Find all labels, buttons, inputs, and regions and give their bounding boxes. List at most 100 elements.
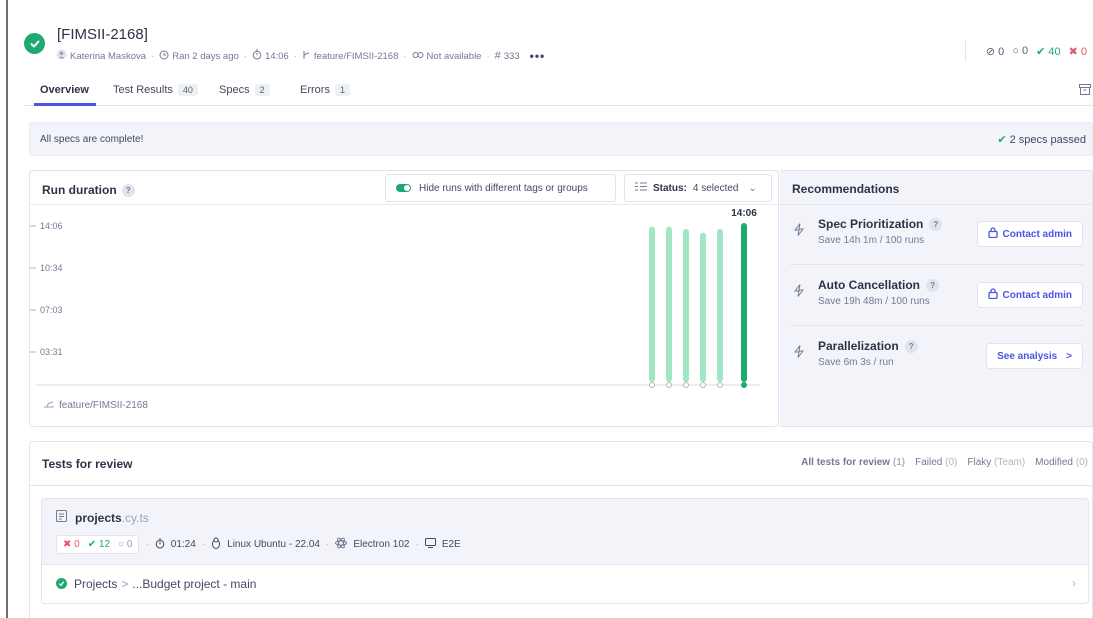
run-duration: 14:06 <box>264 50 289 62</box>
spec-os: Linux Ubuntu - 22.04 <box>227 539 320 550</box>
archive-icon[interactable] <box>1079 84 1091 98</box>
tab-test-results[interactable]: Test Results 40 <box>113 84 198 96</box>
run-tabs: Overview Test Results 40 Specs 2 Errors 1 <box>24 78 1093 106</box>
commit-icon <box>412 51 424 62</box>
check-icon: ✔ <box>997 134 1007 146</box>
more-options-button[interactable]: ••• <box>530 49 546 63</box>
help-icon[interactable]: ? <box>121 183 135 197</box>
divider <box>790 325 1083 326</box>
run-point[interactable] <box>717 382 723 388</box>
electron-icon <box>335 537 348 552</box>
recommendations-panel: Recommendations Spec Prioritization? Sav… <box>780 170 1093 427</box>
filter-flaky[interactable]: Flaky (Team) <box>967 457 1025 468</box>
recommendation-savings: Save 6m 3s / run <box>818 357 894 368</box>
active-tab-indicator <box>34 103 96 106</box>
spec-group: projects.cy.ts ✖ 0 ✔ 12 ○ 0 · 01:24 · Li… <box>41 498 1089 604</box>
duration-bar[interactable] <box>741 223 747 382</box>
filter-failed[interactable]: Failed (0) <box>915 457 957 468</box>
help-icon[interactable]: ? <box>929 217 943 231</box>
lock-icon <box>987 288 998 302</box>
divider <box>30 485 1092 486</box>
highlight-duration-label: 14:06 <box>731 208 757 219</box>
run-point[interactable] <box>683 382 689 388</box>
run-point[interactable] <box>649 382 655 388</box>
tab-errors[interactable]: Errors 1 <box>300 84 350 96</box>
run-duration-chart: 14:06 10:34 07:03 03:31 14:06 <box>30 208 760 388</box>
clock-icon <box>159 50 169 63</box>
recommendation-parallelization: Parallelization? Save 6m 3s / run See an… <box>790 327 1093 387</box>
test-path: Projects > ...Budget project - main <box>74 577 257 591</box>
recommendation-title: Parallelization <box>818 339 899 353</box>
chevron-right-icon: › <box>1072 576 1076 590</box>
run-counts: ⊘ 0 ○ 0 ✔ 40 ✖ 0 <box>964 40 1087 62</box>
completion-banner: All specs are complete! ✔ 2 specs passed <box>29 122 1093 156</box>
pending-count: ○ 0 <box>1012 45 1029 57</box>
duration-bar[interactable] <box>700 232 706 382</box>
recommendation-title: Auto Cancellation <box>818 278 921 292</box>
chevron-down-icon: ⌄ <box>748 182 757 194</box>
hide-runs-toggle[interactable]: Hide runs with different tags or groups <box>385 174 616 202</box>
status-filter-dropdown[interactable]: Status: 4 selected ⌄ <box>624 174 772 202</box>
run-author[interactable]: Katerina Maskova <box>70 51 146 62</box>
linux-icon <box>211 537 221 552</box>
spec-header[interactable]: projects.cy.ts ✖ 0 ✔ 12 ○ 0 · 01:24 · Li… <box>42 499 1088 565</box>
duration-bar[interactable] <box>666 226 672 382</box>
toggle-switch[interactable] <box>396 184 411 192</box>
recommendation-title: Spec Prioritization <box>818 217 924 231</box>
divider <box>790 264 1083 265</box>
window-edge <box>6 0 8 618</box>
help-icon[interactable]: ? <box>926 278 940 292</box>
y-tick-label: 10:34 <box>40 263 63 273</box>
monitor-icon <box>424 538 436 551</box>
skipped-icon: ⊘ <box>985 45 996 58</box>
hash-icon: # <box>494 50 501 62</box>
spec-meta: ✖ 0 ✔ 12 ○ 0 · 01:24 · Linux Ubuntu - 22… <box>56 535 461 554</box>
spec-name: projects.cy.ts <box>56 510 149 525</box>
passed-count: ✔ 40 <box>1036 45 1061 58</box>
run-point[interactable] <box>700 382 706 388</box>
run-branch[interactable]: feature/FIMSII-2168 <box>314 51 398 62</box>
y-tick-label: 14:06 <box>40 221 63 231</box>
spec-duration: 01:24 <box>170 539 196 550</box>
tab-badge: 1 <box>334 84 350 96</box>
run-time-ago: Ran 2 days ago <box>172 50 239 62</box>
run-point[interactable] <box>666 382 672 388</box>
bolt-icon <box>793 284 805 300</box>
contact-admin-button[interactable]: Contact admin <box>976 221 1083 247</box>
branch-icon <box>302 50 311 63</box>
stopwatch-icon <box>155 538 165 552</box>
failed-count: ✖ 0 <box>63 539 80 550</box>
filter-all-tests[interactable]: All tests for review (1) <box>801 457 905 468</box>
run-duration-title: Run duration ? <box>42 183 135 197</box>
run-meta: Katerina Maskova · Ran 2 days ago · 14:0… <box>56 49 545 63</box>
skipped-count: ⊘ 0 <box>985 45 1005 58</box>
spec-browser: Electron 102 <box>353 539 410 550</box>
y-tick-label: 03:31 <box>40 347 63 357</box>
recommendation-savings: Save 14h 1m / 100 runs <box>818 235 925 246</box>
passed-status-icon <box>56 578 67 589</box>
recommendation-savings: Save 19h 48m / 100 runs <box>818 296 930 307</box>
passed-count: ✔ 12 <box>87 539 111 550</box>
spec-result-counts: ✖ 0 ✔ 12 ○ 0 <box>56 535 140 554</box>
tab-specs[interactable]: Specs 2 <box>219 84 270 96</box>
x-icon: ✖ <box>1068 45 1078 58</box>
tab-overview[interactable]: Overview <box>40 84 89 96</box>
filter-list-icon <box>635 182 647 194</box>
avatar-icon <box>56 49 67 63</box>
x-icon: ✖ <box>63 539 72 550</box>
duration-bar[interactable] <box>683 228 689 382</box>
spec-testing-type: E2E <box>441 539 461 550</box>
test-row[interactable]: Projects > ...Budget project - main › <box>42 566 1088 603</box>
filter-modified[interactable]: Modified (0) <box>1035 457 1088 468</box>
pending-count: ○ 0 <box>118 539 133 550</box>
see-analysis-button[interactable]: See analysis > <box>986 343 1083 369</box>
contact-admin-button[interactable]: Contact admin <box>976 282 1083 308</box>
tab-badge: 40 <box>177 84 198 96</box>
bolt-icon <box>793 223 805 239</box>
duration-bar[interactable] <box>717 228 723 382</box>
specs-passed-summary: ✔ 2 specs passed <box>997 134 1086 146</box>
duration-bar[interactable] <box>649 226 655 382</box>
help-icon[interactable]: ? <box>904 339 918 353</box>
run-point[interactable] <box>741 382 747 388</box>
chevron-right-icon: > <box>1066 350 1072 362</box>
